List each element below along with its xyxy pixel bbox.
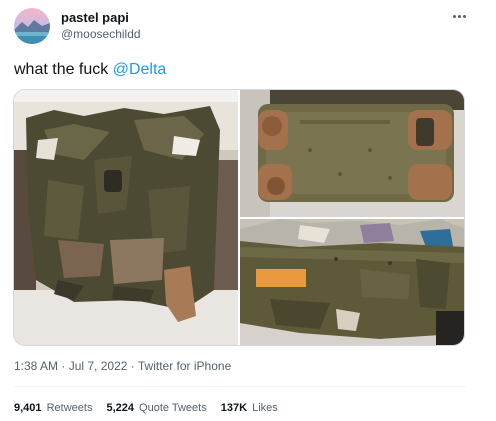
mention-link[interactable]: @Delta [113, 61, 167, 78]
tweet-meta: 1:38 AM · Jul 7, 2022 · Twitter for iPho… [14, 359, 231, 373]
dot [457, 14, 461, 18]
divider [14, 386, 466, 387]
dot [462, 14, 466, 18]
quotes-count: 5,224 [106, 402, 134, 414]
meta-separator: · [58, 359, 69, 373]
author-display-name[interactable]: pastel papi [61, 10, 129, 25]
photo-suitcase-ripped[interactable] [240, 219, 464, 345]
tweet-card: pastel papi @moosechildd what the fuck @… [0, 0, 480, 421]
likes-stat[interactable]: 137K Likes [221, 402, 278, 414]
media-grid [13, 89, 465, 346]
dot [452, 14, 456, 18]
tweet-time[interactable]: 1:38 AM [14, 359, 58, 373]
photo-ripped-image [240, 219, 464, 345]
quotes-stat[interactable]: 5,224 Quote Tweets [106, 402, 206, 414]
photo-suitcase-image [14, 90, 238, 345]
avatar[interactable] [14, 8, 50, 44]
tweet-text: what the fuck @Delta [14, 61, 166, 79]
quotes-label: Quote Tweets [139, 402, 207, 414]
landscape-avatar-icon [14, 8, 50, 44]
tweet-stats: 9,401 Retweets 5,224 Quote Tweets 137K L… [14, 402, 278, 414]
retweets-label: Retweets [46, 402, 93, 414]
more-options-icon[interactable] [449, 6, 469, 26]
meta-separator: · [127, 359, 138, 373]
retweets-count: 9,401 [14, 402, 42, 414]
author-handle[interactable]: @moosechildd [61, 27, 141, 41]
tweet-source[interactable]: Twitter for iPhone [138, 359, 231, 373]
likes-label: Likes [252, 402, 278, 414]
likes-count: 137K [220, 402, 248, 414]
tweet-date[interactable]: Jul 7, 2022 [69, 359, 128, 373]
photo-wheels-image [240, 90, 464, 217]
tweet-text-body: what the fuck [14, 61, 113, 78]
retweets-stat[interactable]: 9,401 Retweets [14, 402, 92, 414]
photo-destroyed-suitcase[interactable] [14, 90, 238, 345]
photo-suitcase-bottom[interactable] [240, 90, 464, 217]
